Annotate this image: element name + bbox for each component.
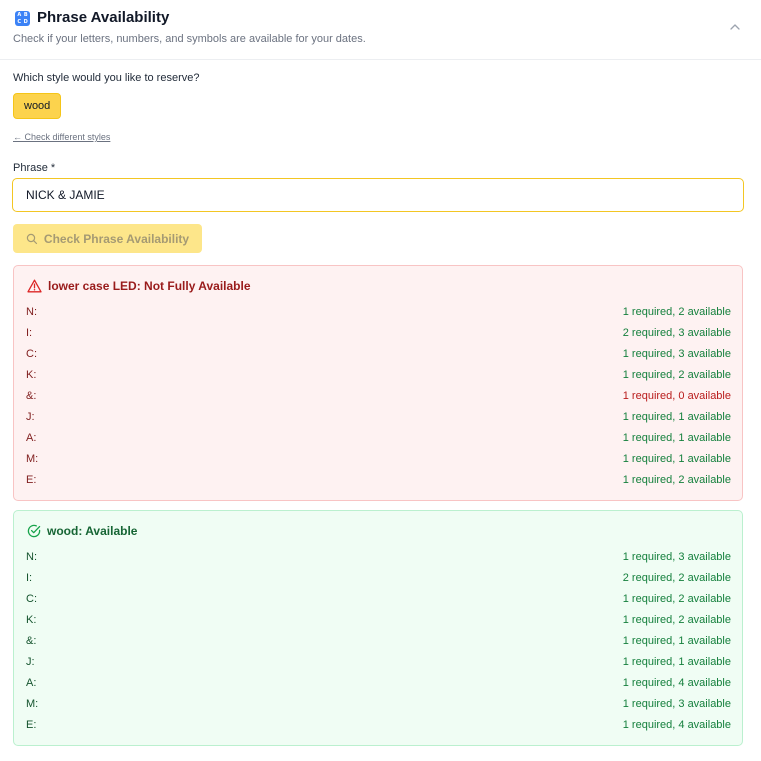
availability-status: 1 required, 2 available [622, 474, 731, 486]
availability-status: 2 required, 3 available [622, 327, 731, 339]
phrase-input[interactable] [12, 178, 744, 212]
availability-row: N: 1 required, 3 available [26, 547, 731, 568]
panel-header: A B C D Phrase Availability Check if you… [0, 0, 761, 60]
page-subtitle: Check if your letters, numbers, and symb… [13, 33, 366, 45]
availability-row: E: 1 required, 4 available [26, 715, 731, 736]
availability-status: 1 required, 1 available [622, 411, 731, 423]
character-label: I: [26, 327, 33, 339]
availability-row: N: 1 required, 2 available [26, 302, 731, 323]
availability-row: &: 1 required, 1 available [26, 631, 731, 652]
availability-status: 1 required, 2 available [622, 369, 731, 381]
character-label: A: [26, 432, 37, 444]
style-question: Which style would you like to reserve? [13, 72, 200, 84]
result-card-unavailable: lower case LED: Not Fully Available N: 1 … [13, 265, 743, 501]
availability-status: 1 required, 3 available [622, 348, 731, 360]
availability-row: K: 1 required, 2 available [26, 365, 731, 386]
availability-row: I: 2 required, 2 available [26, 568, 731, 589]
availability-status: 1 required, 2 available [622, 593, 731, 605]
character-label: K: [26, 369, 37, 381]
result-title: lower case LED: Not Fully Available [48, 279, 251, 293]
search-icon [26, 233, 38, 244]
availability-status: 1 required, 0 available [622, 390, 731, 402]
character-label: E: [26, 719, 37, 731]
availability-status: 1 required, 4 available [622, 677, 731, 689]
check-availability-button[interactable]: Check Phrase Availability [13, 224, 202, 253]
availability-row: J: 1 required, 1 available [26, 652, 731, 673]
character-label: J: [26, 411, 35, 423]
result-header: wood: Available [27, 524, 137, 538]
character-label: K: [26, 614, 37, 626]
check-different-styles-link[interactable]: ← Check different styles [13, 132, 110, 142]
availability-status: 1 required, 2 available [622, 306, 731, 318]
availability-status: 1 required, 2 available [622, 614, 731, 626]
page-title: Phrase Availability [37, 9, 170, 26]
character-label: M: [26, 453, 39, 465]
availability-row: K: 1 required, 2 available [26, 610, 731, 631]
availability-row: C: 1 required, 2 available [26, 589, 731, 610]
character-label: &: [26, 390, 37, 402]
availability-row: I: 2 required, 3 available [26, 323, 731, 344]
availability-status: 1 required, 1 available [622, 656, 731, 668]
availability-row: E: 1 required, 2 available [26, 470, 731, 491]
character-label: C: [26, 593, 37, 605]
character-label: M: [26, 698, 39, 710]
availability-row: M: 1 required, 1 available [26, 449, 731, 470]
result-card-available: wood: Available N: 1 required, 3 availabl… [13, 510, 743, 746]
selected-style-chip[interactable]: wood [13, 93, 62, 119]
availability-status: 1 required, 3 available [622, 551, 731, 563]
availability-row: C: 1 required, 3 available [26, 344, 731, 365]
character-label: J: [26, 656, 35, 668]
availability-row: A: 1 required, 4 available [26, 673, 731, 694]
availability-row: &: 1 required, 0 available [26, 386, 731, 407]
availability-status: 1 required, 1 available [622, 453, 731, 465]
character-label: N: [26, 306, 37, 318]
icon-glyph: D [23, 18, 28, 25]
abcd-icon: A B C D [15, 11, 30, 26]
availability-status: 1 required, 3 available [622, 698, 731, 710]
check-availability-label: Check Phrase Availability [43, 231, 190, 246]
character-label: N: [26, 551, 37, 563]
character-label: &: [26, 635, 37, 647]
availability-row: J: 1 required, 1 available [26, 407, 731, 428]
availability-status: 1 required, 4 available [622, 719, 731, 731]
availability-status: 1 required, 1 available [622, 432, 731, 444]
availability-status: 2 required, 2 available [622, 572, 731, 584]
result-title: wood: Available [47, 524, 138, 538]
availability-status: 1 required, 1 available [622, 635, 731, 647]
character-label: I: [26, 572, 33, 584]
check-circle-icon [27, 524, 41, 538]
availability-row: M: 1 required, 3 available [26, 694, 731, 715]
availability-row: A: 1 required, 1 available [26, 428, 731, 449]
result-header: lower case LED: Not Fully Available [27, 279, 251, 293]
character-label: C: [26, 348, 37, 360]
chevron-up-icon[interactable] [729, 21, 741, 33]
character-label: E: [26, 474, 37, 486]
phrase-label: Phrase * [13, 162, 56, 174]
warning-icon [27, 279, 42, 293]
character-label: A: [26, 677, 37, 689]
